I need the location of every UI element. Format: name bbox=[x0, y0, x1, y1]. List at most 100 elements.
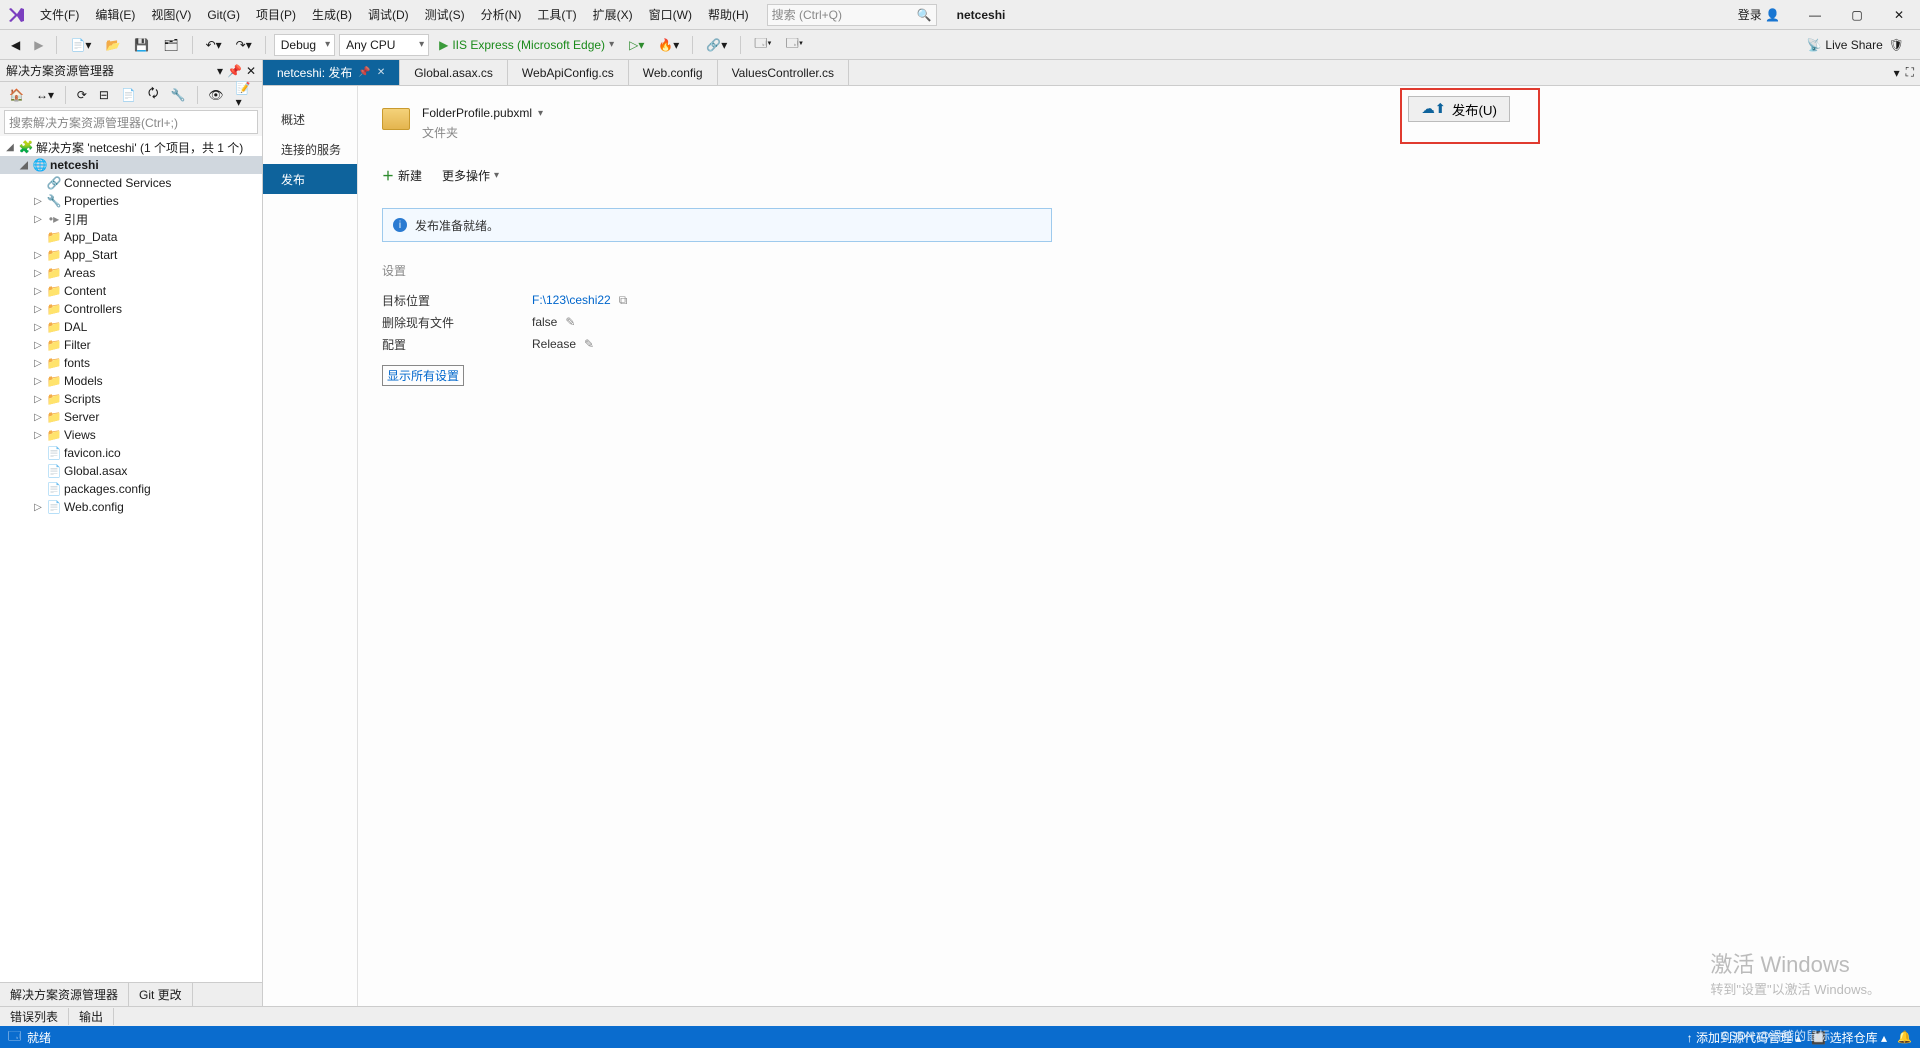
se-view-code-button[interactable]: 📝▾ bbox=[231, 85, 258, 105]
tree-node[interactable]: ▷📁fonts bbox=[0, 354, 262, 372]
publish-button[interactable]: ☁⬆ 发布(U) bbox=[1408, 96, 1510, 122]
global-search-input[interactable]: 搜索 (Ctrl+Q) 🔍 bbox=[767, 4, 937, 26]
panel-close-icon[interactable]: ✕ bbox=[246, 64, 256, 78]
tab-git-changes[interactable]: Git 更改 bbox=[129, 983, 193, 1006]
solution-root[interactable]: ◢🧩 解决方案 'netceshi' (1 个项目，共 1 个) bbox=[0, 138, 262, 156]
live-share-button[interactable]: 📡 Live Share bbox=[1806, 38, 1882, 52]
menu-ext[interactable]: 扩展(X) bbox=[585, 0, 641, 29]
expand-icon[interactable]: ▷ bbox=[32, 286, 44, 297]
hot-reload-button[interactable]: 🔥▾ bbox=[653, 34, 684, 56]
tree-node[interactable]: 📄favicon.ico bbox=[0, 444, 262, 462]
pub-side-publish[interactable]: 发布 bbox=[263, 164, 357, 194]
config-combo[interactable]: Debug bbox=[274, 34, 335, 56]
menu-help[interactable]: 帮助(H) bbox=[700, 0, 757, 29]
expand-icon[interactable]: ▷ bbox=[32, 340, 44, 351]
expand-icon[interactable]: ▷ bbox=[32, 304, 44, 315]
se-sync-button[interactable]: ⟳ bbox=[72, 85, 92, 105]
menu-tools[interactable]: 工具(T) bbox=[529, 0, 584, 29]
expand-icon[interactable]: ▷ bbox=[32, 394, 44, 405]
se-showall-button[interactable]: 📄 bbox=[116, 85, 141, 105]
tree-node[interactable]: 📄Global.asax bbox=[0, 462, 262, 480]
panel-pin-icon[interactable]: 📌 bbox=[227, 64, 242, 78]
se-home-button[interactable]: 🏠 bbox=[4, 85, 29, 105]
more-actions-button[interactable]: 更多操作 bbox=[442, 167, 499, 184]
tree-node[interactable]: ▷📁Models bbox=[0, 372, 262, 390]
menu-project[interactable]: 项目(P) bbox=[248, 0, 304, 29]
browser-link-button[interactable]: 🔗▾ bbox=[701, 34, 732, 56]
solution-tree[interactable]: ◢🧩 解决方案 'netceshi' (1 个项目，共 1 个) ◢🌐 netc… bbox=[0, 136, 262, 982]
tab-output[interactable]: 输出 bbox=[69, 1008, 114, 1025]
solution-explorer-title[interactable]: 解决方案资源管理器 ▾ 📌 ✕ bbox=[0, 60, 262, 82]
tree-node[interactable]: ▷•▸引用 bbox=[0, 210, 262, 228]
pub-side-overview[interactable]: 概述 bbox=[263, 104, 357, 134]
menu-file[interactable]: 文件(F) bbox=[32, 0, 87, 29]
tree-node[interactable]: ▷🔧Properties bbox=[0, 192, 262, 210]
tree-node[interactable]: ▷📁Content bbox=[0, 282, 262, 300]
profile-dropdown-icon[interactable]: ▾ bbox=[538, 108, 543, 119]
doc-tab[interactable]: netceshi: 发布📌✕ bbox=[263, 60, 400, 85]
tabs-dropdown-icon[interactable]: ▾ bbox=[1894, 66, 1900, 80]
open-button[interactable]: 📂 bbox=[100, 34, 125, 56]
run-no-debug-button[interactable]: ▷▾ bbox=[624, 34, 649, 56]
pub-side-connected[interactable]: 连接的服务 bbox=[263, 134, 357, 164]
nav-back-button[interactable]: ◀ bbox=[6, 34, 25, 56]
run-button[interactable]: ▶IIS Express (Microsoft Edge)▾ bbox=[433, 38, 620, 52]
tree-node[interactable]: ▷📁App_Start bbox=[0, 246, 262, 264]
menu-edit[interactable]: 编辑(E) bbox=[87, 0, 143, 29]
save-all-button[interactable]: 🗂 bbox=[158, 34, 183, 56]
tree-node[interactable]: ▷📁Filter bbox=[0, 336, 262, 354]
tb-extra1[interactable]: 🗔▾ bbox=[749, 34, 776, 56]
window-minimize-button[interactable]: — bbox=[1800, 4, 1830, 26]
se-refresh-button[interactable]: 🗘 bbox=[143, 85, 164, 105]
tree-node[interactable]: ▷📁Scripts bbox=[0, 390, 262, 408]
menu-git[interactable]: Git(G) bbox=[199, 0, 248, 29]
tree-node[interactable]: 📄packages.config bbox=[0, 480, 262, 498]
copy-icon[interactable]: ⧉ bbox=[619, 293, 628, 308]
show-all-settings-link[interactable]: 显示所有设置 bbox=[382, 365, 464, 386]
tree-node[interactable]: ▷📄Web.config bbox=[0, 498, 262, 516]
close-icon[interactable]: ✕ bbox=[377, 67, 385, 78]
window-maximize-button[interactable]: ▢ bbox=[1842, 4, 1872, 26]
expand-icon[interactable]: ▷ bbox=[32, 430, 44, 441]
new-profile-button[interactable]: ＋ 新建 bbox=[382, 167, 422, 184]
solution-search-input[interactable]: 搜索解决方案资源管理器(Ctrl+;) bbox=[4, 110, 258, 134]
se-collapse-button[interactable]: ⊟ bbox=[94, 85, 114, 105]
expand-icon[interactable]: ▷ bbox=[32, 322, 44, 333]
login-button[interactable]: 登录 👤 bbox=[1730, 6, 1788, 23]
se-toggle-button[interactable]: ↔▾ bbox=[31, 85, 59, 105]
menu-test[interactable]: 测试(S) bbox=[417, 0, 473, 29]
tb-extra2[interactable]: 🗔▾ bbox=[781, 34, 808, 56]
doc-tab[interactable]: ValuesController.cs bbox=[718, 60, 850, 85]
se-preview-button[interactable]: 👁 bbox=[203, 85, 228, 105]
doc-tab[interactable]: Web.config bbox=[629, 60, 718, 85]
project-node[interactable]: ◢🌐 netceshi bbox=[0, 156, 262, 174]
tree-node[interactable]: ▷📁Areas bbox=[0, 264, 262, 282]
tree-node[interactable]: 📁App_Data bbox=[0, 228, 262, 246]
redo-button[interactable]: ↷▾ bbox=[231, 34, 257, 56]
pin-icon[interactable]: 📌 bbox=[358, 67, 370, 78]
expand-icon[interactable]: ▷ bbox=[32, 358, 44, 369]
tree-node[interactable]: ▷📁Controllers bbox=[0, 300, 262, 318]
expand-icon[interactable]: ▷ bbox=[32, 268, 44, 279]
status-bell-icon[interactable]: 🔔 bbox=[1897, 1030, 1912, 1044]
panel-dropdown-icon[interactable]: ▾ bbox=[217, 64, 223, 78]
tab-solution-explorer[interactable]: 解决方案资源管理器 bbox=[0, 983, 129, 1006]
expand-icon[interactable]: ▷ bbox=[32, 412, 44, 423]
doc-tab[interactable]: Global.asax.cs bbox=[400, 60, 508, 85]
doc-tab[interactable]: WebApiConfig.cs bbox=[508, 60, 629, 85]
settings-value[interactable]: F:\123\ceshi22 bbox=[532, 293, 611, 307]
undo-button[interactable]: ↶▾ bbox=[201, 34, 227, 56]
tree-node[interactable]: 🔗Connected Services bbox=[0, 174, 262, 192]
se-properties-button[interactable]: 🔧 bbox=[166, 85, 191, 105]
edit-icon[interactable]: ✎ bbox=[584, 337, 594, 351]
nav-fwd-button[interactable]: ▶ bbox=[29, 34, 48, 56]
save-button[interactable]: 💾 bbox=[129, 34, 154, 56]
menu-analyze[interactable]: 分析(N) bbox=[473, 0, 530, 29]
tab-error-list[interactable]: 错误列表 bbox=[0, 1008, 69, 1025]
menu-debug[interactable]: 调试(D) bbox=[360, 0, 417, 29]
menu-view[interactable]: 视图(V) bbox=[143, 0, 199, 29]
window-close-button[interactable]: ✕ bbox=[1884, 4, 1914, 26]
new-project-button[interactable]: 📄▾ bbox=[65, 34, 96, 56]
expand-icon[interactable]: ▷ bbox=[32, 250, 44, 261]
expand-icon[interactable]: ▷ bbox=[32, 214, 44, 225]
